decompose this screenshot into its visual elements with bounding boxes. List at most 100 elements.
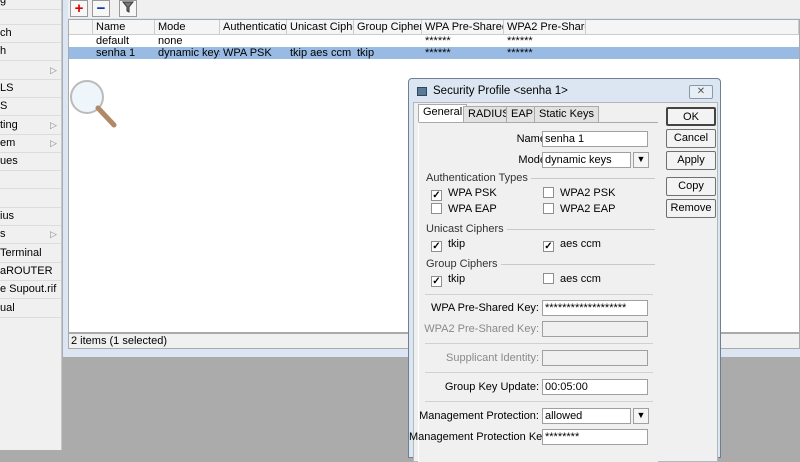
checkbox-wpa2-eap[interactable]: WPA2 EAP: [543, 203, 615, 217]
table-cell: none: [158, 35, 183, 47]
sidebar-item[interactable]: Terminal: [0, 245, 61, 263]
group-key-update-input[interactable]: 00:05:00: [542, 379, 648, 395]
checkbox-box[interactable]: [543, 273, 554, 284]
submenu-arrow-icon: ▷: [50, 137, 57, 148]
checkbox-label: tkip: [448, 238, 466, 250]
wpa2-psk-input[interactable]: [542, 321, 648, 337]
remove-button[interactable]: Remove: [666, 199, 716, 218]
add-button[interactable]: +: [70, 0, 88, 17]
table-cell: ******: [425, 47, 451, 59]
checkbox-wpa2-psk[interactable]: WPA2 PSK: [543, 187, 615, 201]
divider: [425, 401, 653, 402]
column-header[interactable]: Name: [93, 20, 155, 35]
sidebar-item[interactable]: ius: [0, 208, 61, 226]
column-header[interactable]: Unicast Ciphers: [287, 20, 354, 35]
sidebar-item[interactable]: [0, 171, 61, 190]
checkbox-wpa-psk[interactable]: ✓ WPA PSK: [431, 187, 497, 201]
mode-dropdown-button[interactable]: ▼: [633, 152, 649, 168]
sidebar-item[interactable]: ues: [0, 153, 61, 172]
sidebar-item-label: s: [0, 228, 6, 241]
checkbox-box[interactable]: ✓: [431, 190, 442, 201]
column-header-filler: [586, 20, 799, 35]
column-header[interactable]: Group Ciphers: [354, 20, 422, 35]
mode-select[interactable]: dynamic keys: [542, 152, 631, 168]
close-button[interactable]: ✕: [689, 85, 713, 99]
checkbox-tkip[interactable]: ✓ tkip: [431, 273, 465, 287]
sidebar-item[interactable]: LS: [0, 80, 61, 98]
sidebar-item-label: ues: [0, 155, 18, 168]
tab-general[interactable]: General: [418, 104, 468, 123]
sidebar-item[interactable]: e Supout.rif: [0, 281, 61, 300]
sidebar-item[interactable]: em ▷: [0, 135, 61, 153]
column-header[interactable]: Authenticatio...: [220, 20, 287, 35]
sidebar-item[interactable]: [0, 7, 61, 25]
apply-button[interactable]: Apply: [666, 151, 716, 170]
column-header[interactable]: Mode: [155, 20, 220, 35]
table-cell: dynamic keys: [158, 47, 220, 59]
table-cell: [354, 35, 422, 47]
table-cell: ******: [507, 47, 533, 59]
sidebar-item[interactable]: [0, 190, 61, 208]
submenu-arrow-icon: ▷: [50, 64, 57, 75]
sidebar-item[interactable]: h: [0, 43, 61, 62]
checkbox-tkip[interactable]: ✓ tkip: [431, 238, 465, 252]
search-magnifier-icon: [68, 78, 123, 136]
checkbox-wpa-eap[interactable]: WPA EAP: [431, 203, 497, 217]
sidebar-item-label: em: [0, 136, 16, 149]
wpa-psk-input[interactable]: *******************: [542, 300, 648, 316]
copy-button[interactable]: Copy: [666, 177, 716, 196]
column-header-blank: [69, 20, 93, 35]
sidebar-item-label: ch: [0, 27, 12, 39]
checkbox-box[interactable]: ✓: [543, 241, 554, 252]
general-panel: Name: senha 1 Mode: dynamic keys ▼ Authe…: [409, 122, 658, 462]
sidebar-item-label: ius: [0, 210, 15, 222]
checkbox-box[interactable]: ✓: [431, 276, 442, 287]
sidebar-item-label: ting: [0, 118, 18, 131]
checkbox-box[interactable]: [431, 203, 442, 214]
name-label: Name:: [516, 133, 549, 145]
divider: [425, 343, 653, 344]
wpa2-psk-label: WPA2 Pre-Shared Key:: [424, 323, 539, 335]
column-header[interactable]: WPA2 Pre-Shared...: [504, 20, 586, 35]
filter-button[interactable]: [119, 0, 137, 17]
table-cell: ******: [507, 35, 533, 47]
checkbox-aes-ccm[interactable]: aes ccm: [543, 273, 601, 287]
sidebar-item[interactable]: S: [0, 98, 61, 117]
unicast-ciphers-group: Unicast Ciphers: [423, 223, 655, 235]
checkbox-label: tkip: [448, 273, 466, 285]
checkbox-box[interactable]: [543, 187, 554, 198]
name-input[interactable]: senha 1: [542, 131, 648, 147]
tab-static-keys[interactable]: Static Keys: [534, 106, 600, 122]
sidebar-item-label: LS: [0, 81, 14, 94]
column-header[interactable]: WPA Pre-Shared ...: [422, 20, 504, 35]
window-icon: [417, 87, 427, 96]
mgmt-protection-key-input[interactable]: ********: [542, 429, 648, 445]
checkbox-box[interactable]: ✓: [431, 241, 442, 252]
table-row[interactable]: senha 1 dynamic keys WPA PSK tkip aes ccm tk…: [69, 47, 799, 59]
sidebar-item[interactable]: ual: [0, 300, 61, 318]
submenu-arrow-icon: ▷: [50, 229, 57, 240]
sidebar-item[interactable]: ting ▷: [0, 117, 61, 135]
supplicant-identity-input[interactable]: [542, 350, 648, 366]
ok-button[interactable]: OK: [666, 107, 716, 126]
mgmt-protection-label: Management Protection:: [419, 410, 539, 422]
table-cell: tkip: [357, 47, 375, 59]
checkbox-label: WPA2 PSK: [560, 187, 616, 199]
checkbox-label: WPA PSK: [448, 187, 497, 199]
cancel-button[interactable]: Cancel: [666, 129, 716, 148]
remove-button[interactable]: −: [92, 0, 110, 17]
checkbox-aes-ccm[interactable]: ✓ aes ccm: [543, 238, 601, 252]
table-row[interactable]: default none ****** ******: [69, 35, 799, 47]
sidebar-item[interactable]: s ▷: [0, 226, 61, 245]
mgmt-protection-select[interactable]: allowed: [542, 408, 631, 424]
table-cell: tkip aes ccm: [290, 47, 352, 59]
sidebar-item[interactable]: aROUTER: [0, 263, 61, 281]
sidebar-item[interactable]: ▷: [0, 62, 61, 80]
sidebar-item[interactable]: ch: [0, 25, 61, 43]
checkbox-box[interactable]: [543, 203, 554, 214]
mode-label: Mode:: [518, 154, 549, 166]
table-cell: default: [96, 35, 130, 47]
mgmt-protection-dropdown-button[interactable]: ▼: [633, 408, 649, 424]
filter-icon: [121, 1, 135, 13]
dialog-body: General RADIUS EAP Static Keys Name: senha …: [409, 102, 718, 462]
